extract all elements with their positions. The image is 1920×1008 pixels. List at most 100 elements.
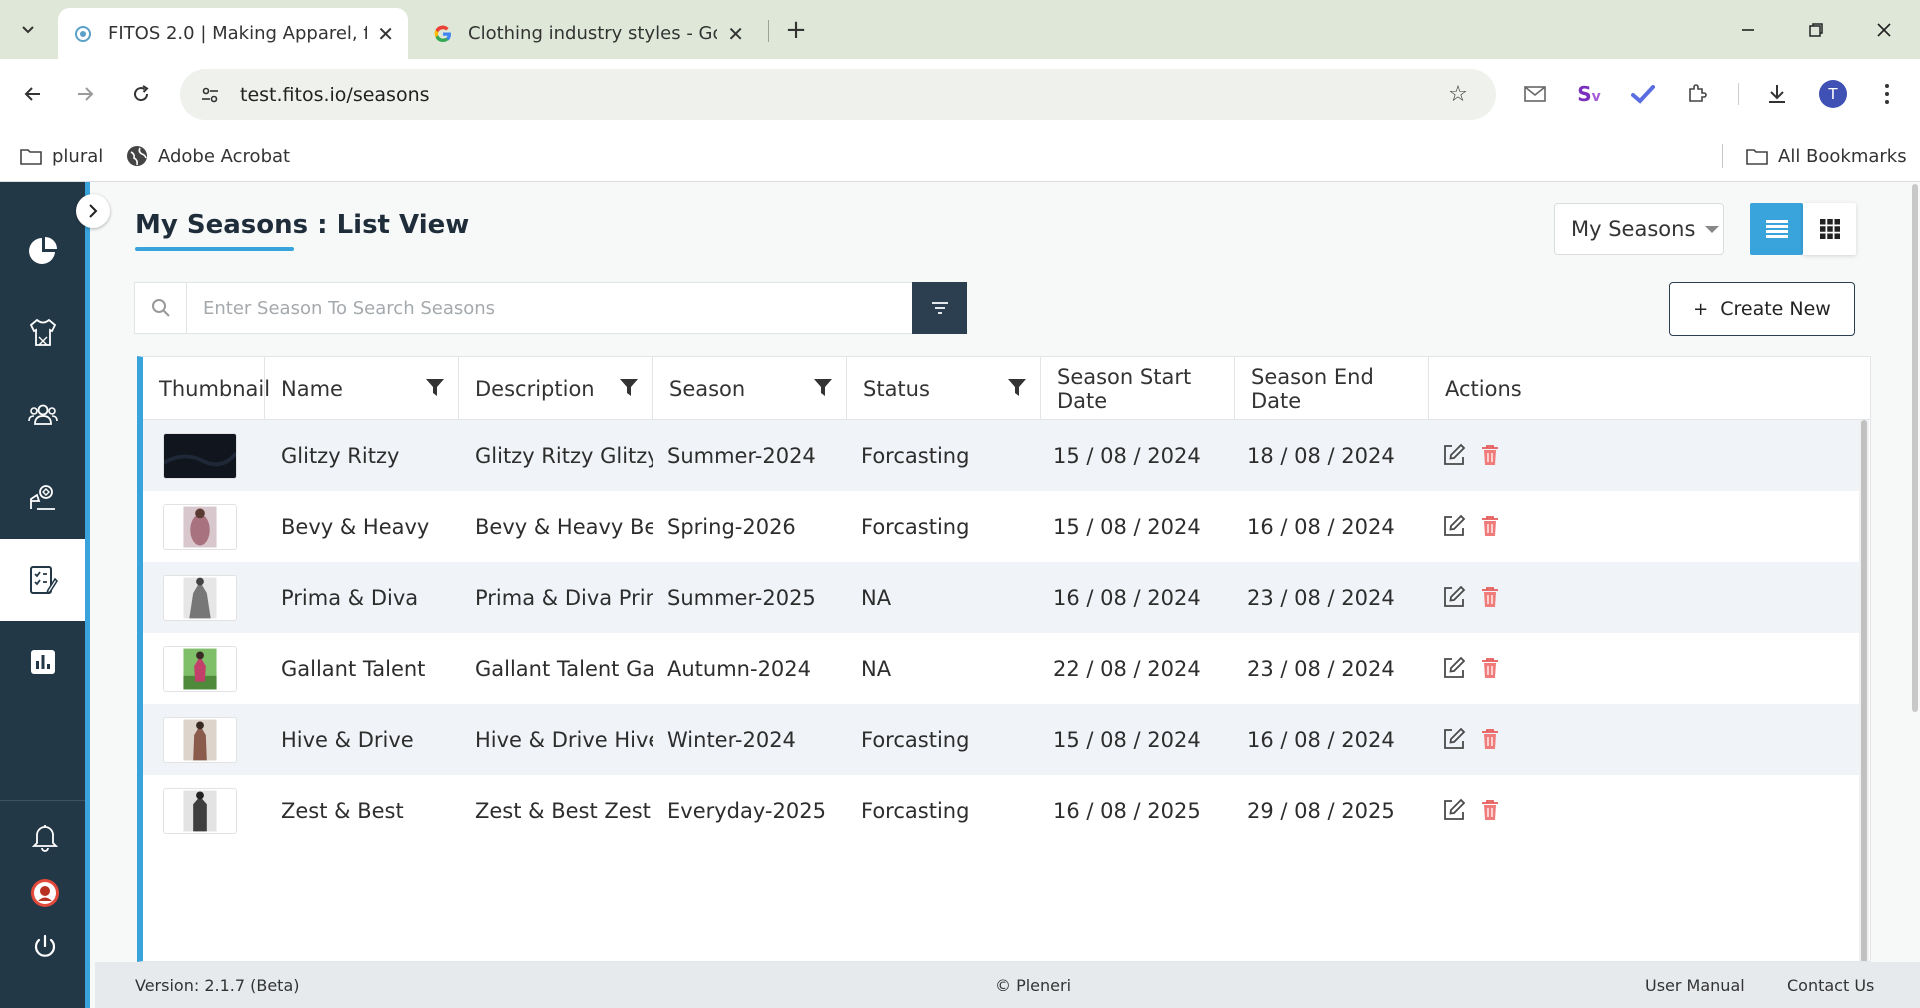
sidebar-item-sampling[interactable] [0, 456, 85, 538]
sidebar-toggle-button[interactable] [76, 194, 110, 228]
sidebar-item-styles[interactable] [0, 292, 85, 374]
edit-button[interactable] [1441, 797, 1467, 823]
sidebar-item-seasons[interactable] [0, 539, 85, 621]
seasons-dropdown[interactable]: My Seasons [1554, 203, 1724, 255]
mail-extension-button[interactable] [1516, 75, 1554, 113]
check-extension-button[interactable] [1624, 75, 1662, 113]
filter-button[interactable] [912, 282, 967, 334]
column-filter-icon[interactable] [814, 379, 832, 397]
cell-start-date: 15 / 08 / 2024 [1053, 443, 1201, 468]
bookmark-star-icon[interactable]: ☆ [1440, 77, 1476, 113]
profile-button[interactable]: T [1814, 75, 1852, 113]
back-button[interactable] [14, 75, 52, 113]
delete-button[interactable] [1477, 655, 1503, 681]
edit-button[interactable] [1441, 726, 1467, 752]
site-info-icon[interactable] [192, 77, 228, 113]
search-input[interactable] [187, 284, 912, 332]
column-filter-icon[interactable] [620, 379, 638, 397]
address-bar[interactable]: test.fitos.io/seasons ☆ [180, 69, 1496, 120]
browser-menu-button[interactable] [1868, 75, 1906, 113]
tab-fitos[interactable]: FITOS 2.0 | Making Apparel, fas ✕ [58, 8, 408, 59]
column-filter-icon[interactable] [426, 379, 444, 397]
notifications-button[interactable] [0, 806, 90, 868]
sidebar-item-dashboard[interactable] [0, 210, 85, 292]
restore-icon [1809, 23, 1823, 37]
cell-description: Hive & Drive Hive & Drive [475, 727, 653, 752]
edit-button[interactable] [1441, 584, 1467, 610]
new-tab-button[interactable]: + [780, 14, 812, 46]
checklist-icon [29, 566, 58, 595]
chevron-right-icon [89, 204, 98, 218]
season-thumbnail[interactable] [163, 575, 237, 621]
user-manual-link[interactable]: User Manual [1645, 976, 1745, 995]
bookmark-adobe-acrobat[interactable]: Adobe Acrobat [126, 142, 290, 170]
contact-us-link[interactable]: Contact Us [1787, 976, 1874, 995]
arrow-right-icon [78, 87, 94, 101]
table-row[interactable]: Gallant Talent Gallant Talent Gallant Tal… [143, 633, 1859, 704]
cell-start-date: 16 / 08 / 2024 [1053, 585, 1201, 610]
table-row[interactable]: Bevy & Heavy Bevy & Heavy Bevy & Heavy Spr… [143, 491, 1859, 562]
tab-google[interactable]: Clothing industry styles - Goog ✕ [418, 8, 758, 59]
cell-season: Autumn-2024 [667, 656, 812, 681]
cell-name: Hive & Drive [281, 727, 414, 752]
cell-end-date: 16 / 08 / 2024 [1247, 727, 1395, 752]
season-thumbnail[interactable] [163, 788, 237, 834]
edit-icon [1444, 443, 1466, 465]
restore-button[interactable] [1788, 12, 1844, 48]
forward-button[interactable] [66, 75, 104, 113]
user-avatar-button[interactable] [0, 862, 90, 924]
bookmark-plural[interactable]: plural [20, 142, 103, 170]
season-thumbnail[interactable] [163, 433, 237, 479]
delete-button[interactable] [1477, 797, 1503, 823]
more-vertical-icon [1885, 84, 1889, 104]
season-thumbnail[interactable] [163, 504, 237, 550]
downloads-button[interactable] [1758, 75, 1796, 113]
close-window-button[interactable] [1856, 12, 1912, 48]
filter-lines-icon [931, 302, 948, 314]
page-scrollbar[interactable] [1910, 182, 1920, 962]
all-bookmarks-label: All Bookmarks [1778, 145, 1907, 167]
close-tab-icon[interactable]: ✕ [727, 22, 744, 46]
table-row[interactable]: Zest & Best Zest & Best Zest & Best Everyd… [143, 775, 1859, 846]
sidebar-item-team[interactable] [0, 374, 85, 456]
power-icon [34, 934, 56, 957]
delete-button[interactable] [1477, 726, 1503, 752]
reload-icon [134, 85, 149, 102]
logout-button[interactable] [0, 916, 90, 978]
delete-button[interactable] [1477, 584, 1503, 610]
table-row[interactable]: Hive & Drive Hive & Drive Hive & Drive Win… [143, 704, 1859, 775]
table-scrollbar[interactable] [1859, 420, 1869, 961]
edit-button[interactable] [1441, 442, 1467, 468]
table-row[interactable]: Glitzy Ritzy Glitzy Ritzy Glitzy Ritzy Sum… [143, 420, 1859, 491]
edit-button[interactable] [1441, 655, 1467, 681]
all-bookmarks-button[interactable]: All Bookmarks [1746, 142, 1907, 170]
title-underline [135, 247, 294, 251]
mail-icon [1524, 86, 1546, 102]
sv-extension-button[interactable]: Sv [1570, 75, 1608, 113]
reload-button[interactable] [122, 75, 160, 113]
edit-button[interactable] [1441, 513, 1467, 539]
close-tab-icon[interactable]: ✕ [377, 22, 394, 46]
sv-extension-icon: Sv [1577, 82, 1601, 106]
cell-status: Forcasting [861, 727, 970, 752]
tab-separator [768, 20, 769, 42]
sidebar-item-reports[interactable] [0, 621, 85, 703]
tab-search-button[interactable] [10, 14, 46, 46]
minimize-button[interactable] [1720, 12, 1776, 48]
column-filter-icon[interactable] [1008, 379, 1026, 397]
season-thumbnail[interactable] [163, 717, 237, 763]
page-scrollbar-thumb[interactable] [1912, 184, 1918, 712]
cell-end-date: 23 / 08 / 2024 [1247, 656, 1395, 681]
delete-button[interactable] [1477, 513, 1503, 539]
table-scrollbar-thumb[interactable] [1861, 420, 1867, 961]
cell-season: Spring-2026 [667, 514, 796, 539]
grid-view-button[interactable] [1803, 203, 1856, 255]
list-view-button[interactable] [1750, 203, 1803, 255]
create-new-button[interactable]: + Create New [1669, 282, 1855, 336]
season-thumbnail[interactable] [163, 646, 237, 692]
extensions-button[interactable] [1678, 75, 1716, 113]
table-row[interactable]: Prima & Diva Prima & Diva Prima & Diva Sum… [143, 562, 1859, 633]
delete-button[interactable] [1477, 442, 1503, 468]
cell-status: Forcasting [861, 798, 970, 823]
column-header-season: Season [653, 357, 847, 420]
